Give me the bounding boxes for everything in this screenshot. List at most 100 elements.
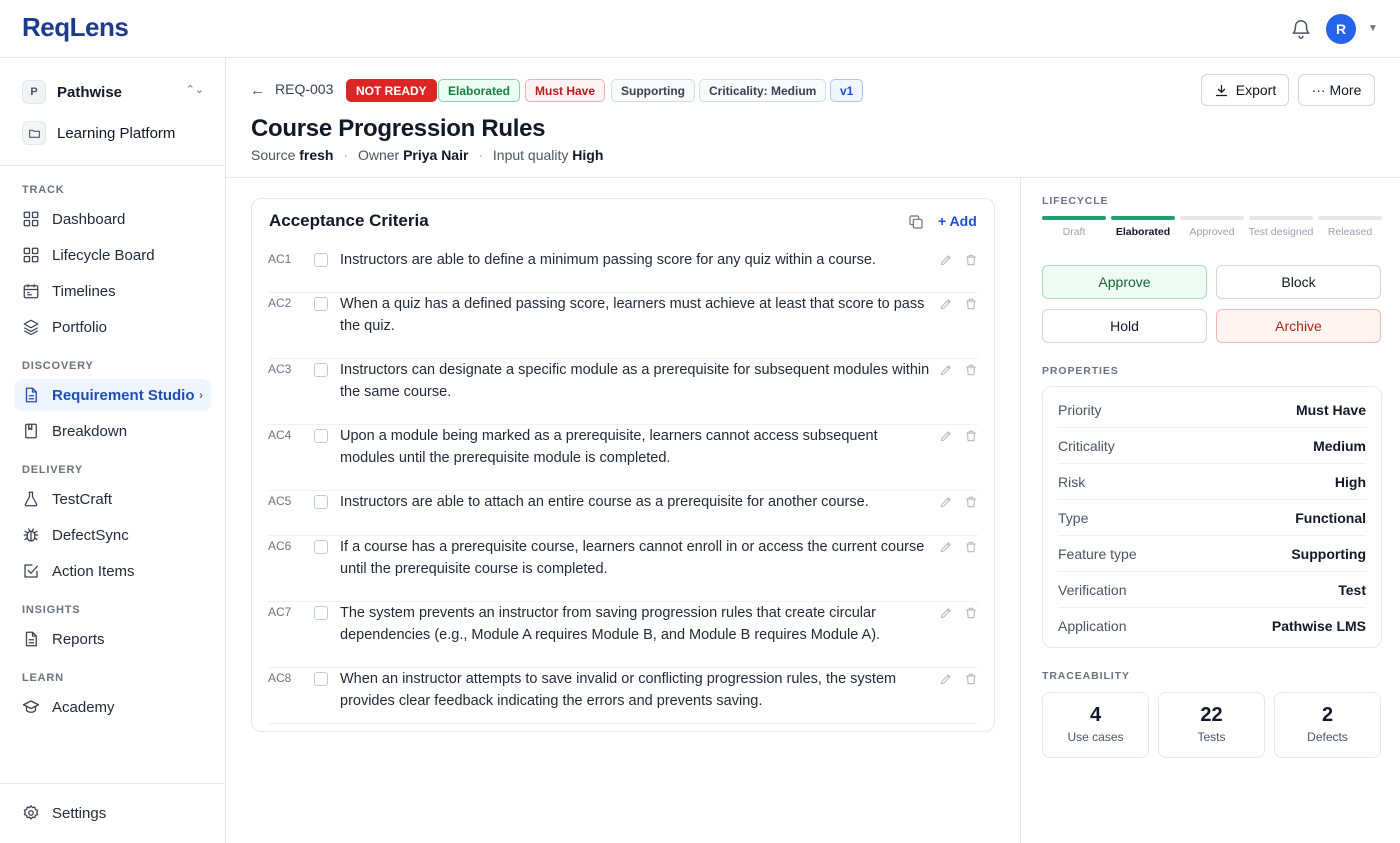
criterion-text: Instructors are able to define a minimum…: [340, 252, 876, 268]
lifecycle-stage-label[interactable]: Released: [1314, 226, 1386, 239]
sidebar-item-action-items[interactable]: Action Items: [14, 555, 211, 587]
subproject-item[interactable]: Learning Platform: [22, 120, 212, 146]
pencil-icon[interactable]: [939, 363, 953, 377]
sidebar-item-label: DefectSync: [52, 526, 129, 544]
status-badge: NOT READY: [346, 79, 437, 102]
criterion-id: AC6: [268, 539, 292, 553]
approve-button[interactable]: Approve: [1042, 265, 1207, 299]
property-row: Risk High: [1058, 464, 1366, 500]
pencil-icon[interactable]: [939, 672, 953, 686]
hold-button[interactable]: Hold: [1042, 309, 1207, 343]
bell-icon[interactable]: [1290, 18, 1312, 40]
property-value: Supporting: [1291, 545, 1366, 562]
criterion-text: Upon a module being marked as a prerequi…: [340, 428, 878, 466]
trash-icon[interactable]: [964, 297, 978, 311]
pencil-icon[interactable]: [939, 297, 953, 311]
pencil-icon[interactable]: [939, 429, 953, 443]
project-switcher[interactable]: P Pathwise ⌃⌄: [22, 79, 212, 105]
trash-icon[interactable]: [964, 540, 978, 554]
version-badge: v1: [830, 79, 864, 102]
export-button[interactable]: Export: [1201, 74, 1289, 106]
bug-icon: [22, 526, 40, 544]
criterion-checkbox[interactable]: [314, 429, 328, 443]
requirement-id: REQ-003: [275, 81, 334, 97]
trash-icon[interactable]: [964, 253, 978, 267]
sidebar-item-academy[interactable]: Academy: [14, 691, 211, 723]
sidebar-item-portfolio[interactable]: Portfolio: [14, 311, 211, 343]
archive-button[interactable]: Archive: [1216, 309, 1381, 343]
acceptance-criterion-row: AC8 When an instructor attempts to save i…: [268, 668, 978, 724]
property-value: Test: [1338, 581, 1366, 598]
lifecycle-segment: [1180, 216, 1244, 220]
criterion-checkbox[interactable]: [314, 297, 328, 311]
chevron-updown-icon: ⌃⌄: [185, 84, 204, 96]
criterion-id: AC2: [268, 296, 292, 310]
criterion-text: When an instructor attempts to save inva…: [340, 671, 897, 709]
sidebar-item-label: Portfolio: [52, 318, 108, 336]
lifecycle-stage-label[interactable]: Draft: [1038, 226, 1110, 239]
trash-icon[interactable]: [964, 606, 978, 620]
criterion-text: The system prevents an instructor from s…: [340, 605, 881, 643]
traceability-label: TRACEABILITY: [1042, 670, 1130, 682]
stage-badge: Elaborated: [438, 79, 521, 102]
add-criterion-button[interactable]: + Add: [938, 213, 977, 229]
sidebar-item-testcraft[interactable]: TestCraft: [14, 483, 211, 515]
section-label-learn: LEARN: [22, 672, 64, 684]
user-avatar[interactable]: R: [1326, 14, 1356, 44]
criticality-badge: Criticality: Medium: [699, 79, 827, 102]
trash-icon[interactable]: [964, 363, 978, 377]
block-button[interactable]: Block: [1216, 265, 1381, 299]
sidebar-item-settings[interactable]: Settings: [14, 797, 211, 829]
sidebar-item-defectsync[interactable]: DefectSync: [14, 519, 211, 551]
criterion-checkbox[interactable]: [314, 540, 328, 554]
download-icon: [1214, 83, 1229, 98]
sidebar-item-lifecycle-board[interactable]: Lifecycle Board: [14, 239, 211, 271]
sidebar-item-reports[interactable]: Reports: [14, 623, 211, 655]
app-logo[interactable]: ReqLens: [22, 12, 129, 43]
property-value: Must Have: [1295, 401, 1366, 418]
sidebar-item-breakdown[interactable]: Breakdown: [14, 415, 211, 447]
section-label-track: TRACK: [22, 184, 65, 196]
trash-icon[interactable]: [964, 429, 978, 443]
project-name: Pathwise: [57, 83, 123, 101]
criterion-checkbox[interactable]: [314, 253, 328, 267]
requirement-header: ← REQ-003 NOT READY Elaborated Must Have…: [226, 58, 1400, 178]
acceptance-criterion-row: AC3 Instructors can designate a specific …: [268, 359, 978, 425]
trash-icon[interactable]: [964, 672, 978, 686]
lifecycle-stage-label[interactable]: Elaborated: [1107, 226, 1179, 239]
pencil-icon[interactable]: [939, 606, 953, 620]
sidebar-item-dashboard[interactable]: Dashboard: [14, 203, 211, 235]
property-row: Type Functional: [1058, 500, 1366, 536]
defects-card[interactable]: 2 Defects: [1274, 692, 1381, 758]
criterion-checkbox[interactable]: [314, 495, 328, 509]
trash-icon[interactable]: [964, 495, 978, 509]
pencil-icon[interactable]: [939, 540, 953, 554]
back-arrow-icon[interactable]: ←: [250, 82, 265, 99]
acceptance-criterion-row: AC2 When a quiz has a defined passing sco…: [268, 293, 978, 359]
property-key: Verification: [1058, 581, 1127, 598]
section-label-insights: INSIGHTS: [22, 604, 81, 616]
sidebar-item-label: Academy: [52, 698, 115, 716]
lifecycle-stage-label[interactable]: Test designed: [1245, 226, 1317, 239]
meta-owner-value: Priya Nair: [403, 147, 469, 163]
layers-icon: [22, 318, 40, 336]
chevron-down-icon[interactable]: ▼: [1368, 23, 1378, 34]
meta-quality-label: Input quality: [492, 147, 569, 163]
pencil-icon[interactable]: [939, 253, 953, 267]
property-key: Feature type: [1058, 545, 1137, 562]
dashboard-icon: [22, 210, 40, 228]
sidebar-item-timelines[interactable]: Timelines: [14, 275, 211, 307]
copy-icon[interactable]: [908, 214, 924, 230]
criterion-checkbox[interactable]: [314, 606, 328, 620]
lifecycle-stage-label[interactable]: Approved: [1176, 226, 1248, 239]
sidebar-item-label: Reports: [52, 630, 105, 648]
criterion-checkbox[interactable]: [314, 363, 328, 377]
sidebar-item-requirement-studio[interactable]: Requirement Studio ›: [14, 379, 211, 411]
use-cases-card[interactable]: 4 Use cases: [1042, 692, 1149, 758]
more-button[interactable]: ··· More: [1298, 74, 1375, 106]
checkbox-icon: [22, 562, 40, 580]
pencil-icon[interactable]: [939, 495, 953, 509]
criterion-checkbox[interactable]: [314, 672, 328, 686]
criterion-text: If a course has a prerequisite course, l…: [340, 539, 925, 577]
tests-card[interactable]: 22 Tests: [1158, 692, 1265, 758]
